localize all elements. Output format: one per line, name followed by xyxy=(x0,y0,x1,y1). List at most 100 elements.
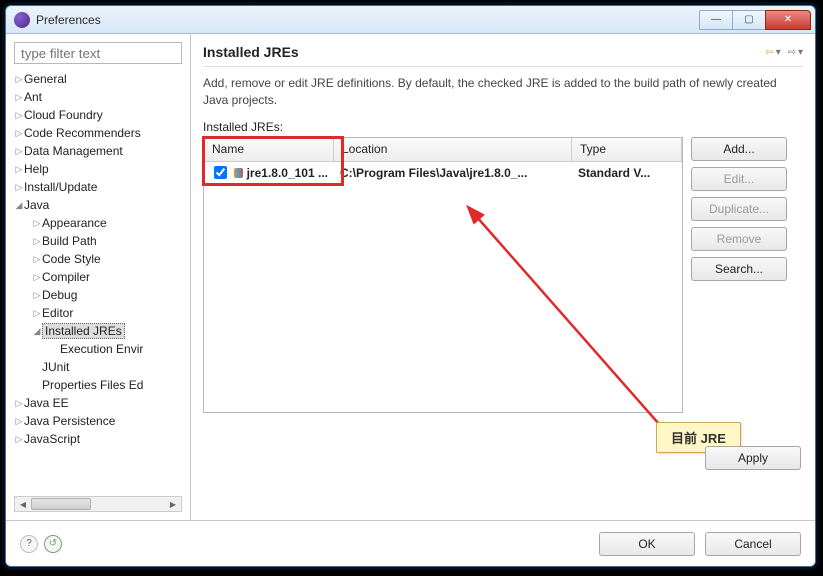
jre-default-checkbox[interactable] xyxy=(214,166,227,179)
tree-item-installed-jres[interactable]: ◢Installed JREs xyxy=(14,322,182,340)
expand-icon[interactable]: ▷ xyxy=(32,218,42,229)
preferences-window: Preferences ― ▢ ✕ ▷General▷Ant▷Cloud Fou… xyxy=(5,5,816,567)
tree-item-label: Help xyxy=(24,162,49,176)
tree-item-label: Code Recommenders xyxy=(24,126,141,140)
expand-icon[interactable]: ▷ xyxy=(32,290,42,301)
tree-item-code-recommenders[interactable]: ▷Code Recommenders xyxy=(14,124,182,142)
apply-button[interactable]: Apply xyxy=(705,446,801,470)
tree-item-java[interactable]: ◢Java xyxy=(14,196,182,214)
tree-item-label: Java EE xyxy=(24,396,69,410)
tree-item-label: Installed JREs xyxy=(42,323,125,339)
expand-icon[interactable]: ▷ xyxy=(14,182,24,193)
tree-item-execution-envir[interactable]: Execution Envir xyxy=(14,340,182,358)
add-button[interactable]: Add... xyxy=(691,137,787,161)
tree-item-label: Execution Envir xyxy=(60,342,143,356)
col-name[interactable]: Name xyxy=(204,138,334,161)
right-pane: Installed JREs ⇦▾ ⇨▾ Add, remove or edit… xyxy=(191,34,815,520)
tree-item-label: Debug xyxy=(42,288,77,302)
cancel-button[interactable]: Cancel xyxy=(705,532,801,556)
eclipse-icon xyxy=(14,12,30,28)
jre-table[interactable]: Name Location Type jre1.8.0_101 ... C:\P… xyxy=(203,137,683,413)
jre-icon xyxy=(234,168,243,178)
tree-item-properties-files-ed[interactable]: Properties Files Ed xyxy=(14,376,182,394)
tree-item-editor[interactable]: ▷Editor xyxy=(14,304,182,322)
tree-item-ant[interactable]: ▷Ant xyxy=(14,88,182,106)
tree-item-install-update[interactable]: ▷Install/Update xyxy=(14,178,182,196)
tree-item-java-ee[interactable]: ▷Java EE xyxy=(14,394,182,412)
expand-icon[interactable]: ▷ xyxy=(32,254,42,265)
filter-input[interactable] xyxy=(14,42,182,64)
expand-icon[interactable]: ◢ xyxy=(14,200,24,211)
table-row[interactable]: jre1.8.0_101 ... C:\Program Files\Java\j… xyxy=(204,162,682,184)
tree-item-label: Code Style xyxy=(42,252,101,266)
tree-item-label: Java Persistence xyxy=(24,414,115,428)
tree-item-junit[interactable]: JUnit xyxy=(14,358,182,376)
expand-icon[interactable]: ▷ xyxy=(14,434,24,445)
tree-item-label: Data Management xyxy=(24,144,123,158)
jre-location: C:\Program Files\Java\jre1.8.0_... xyxy=(334,164,572,182)
tree-item-label: General xyxy=(24,72,67,86)
jre-type: Standard V... xyxy=(572,164,682,182)
expand-icon[interactable]: ▷ xyxy=(14,164,24,175)
tree-item-label: JavaScript xyxy=(24,432,80,446)
page-title: Installed JREs xyxy=(203,44,765,60)
tree-item-help[interactable]: ▷Help xyxy=(14,160,182,178)
scroll-right-icon[interactable]: ▶ xyxy=(165,497,181,511)
duplicate-button[interactable]: Duplicate... xyxy=(691,197,787,221)
nav-arrows: ⇦▾ ⇨▾ xyxy=(765,47,803,58)
minimize-button[interactable]: ― xyxy=(699,10,733,30)
close-button[interactable]: ✕ xyxy=(765,10,811,30)
search-button[interactable]: Search... xyxy=(691,257,787,281)
expand-icon[interactable]: ▷ xyxy=(14,92,24,103)
tree-item-label: Java xyxy=(24,198,49,212)
tree-item-javascript[interactable]: ▷JavaScript xyxy=(14,430,182,448)
tree-item-code-style[interactable]: ▷Code Style xyxy=(14,250,182,268)
back-icon[interactable]: ⇦ xyxy=(765,47,773,58)
help-icon[interactable]: ? xyxy=(20,535,38,553)
tree-item-label: Ant xyxy=(24,90,42,104)
forward-icon[interactable]: ⇨ xyxy=(788,47,796,58)
maximize-button[interactable]: ▢ xyxy=(732,10,766,30)
expand-icon[interactable]: ▷ xyxy=(14,146,24,157)
tree-item-appearance[interactable]: ▷Appearance xyxy=(14,214,182,232)
expand-icon[interactable]: ◢ xyxy=(32,326,42,337)
ok-button[interactable]: OK xyxy=(599,532,695,556)
expand-icon[interactable]: ▷ xyxy=(32,236,42,247)
tree-item-build-path[interactable]: ▷Build Path xyxy=(14,232,182,250)
jre-name: jre1.8.0_101 ... xyxy=(247,166,328,180)
window-title: Preferences xyxy=(36,13,700,27)
tree-item-label: Install/Update xyxy=(24,180,97,194)
tree-item-label: Compiler xyxy=(42,270,90,284)
tree-item-label: Editor xyxy=(42,306,73,320)
remove-button[interactable]: Remove xyxy=(691,227,787,251)
preference-tree[interactable]: ▷General▷Ant▷Cloud Foundry▷Code Recommen… xyxy=(14,70,182,496)
expand-icon[interactable]: ▷ xyxy=(32,272,42,283)
tree-h-scrollbar[interactable]: ◀ ▶ xyxy=(14,496,182,512)
oobe-icon[interactable]: ↺ xyxy=(44,535,62,553)
titlebar[interactable]: Preferences ― ▢ ✕ xyxy=(6,6,815,34)
expand-icon[interactable]: ▷ xyxy=(14,416,24,427)
scroll-left-icon[interactable]: ◀ xyxy=(15,497,31,511)
col-location[interactable]: Location xyxy=(334,138,572,161)
tree-item-label: Properties Files Ed xyxy=(42,378,143,392)
tree-item-debug[interactable]: ▷Debug xyxy=(14,286,182,304)
edit-button[interactable]: Edit... xyxy=(691,167,787,191)
tree-item-general[interactable]: ▷General xyxy=(14,70,182,88)
left-pane: ▷General▷Ant▷Cloud Foundry▷Code Recommen… xyxy=(6,34,191,520)
tree-item-cloud-foundry[interactable]: ▷Cloud Foundry xyxy=(14,106,182,124)
tree-item-label: JUnit xyxy=(42,360,69,374)
tree-item-label: Appearance xyxy=(42,216,107,230)
tree-item-data-management[interactable]: ▷Data Management xyxy=(14,142,182,160)
expand-icon[interactable]: ▷ xyxy=(14,398,24,409)
page-description: Add, remove or edit JRE definitions. By … xyxy=(203,75,803,110)
expand-icon[interactable]: ▷ xyxy=(14,74,24,85)
tree-item-compiler[interactable]: ▷Compiler xyxy=(14,268,182,286)
expand-icon[interactable]: ▷ xyxy=(32,308,42,319)
col-type[interactable]: Type xyxy=(572,138,682,161)
scroll-thumb[interactable] xyxy=(31,498,91,510)
expand-icon[interactable]: ▷ xyxy=(14,110,24,121)
tree-item-label: Build Path xyxy=(42,234,97,248)
tree-item-java-persistence[interactable]: ▷Java Persistence xyxy=(14,412,182,430)
table-label: Installed JREs: xyxy=(203,120,803,134)
expand-icon[interactable]: ▷ xyxy=(14,128,24,139)
